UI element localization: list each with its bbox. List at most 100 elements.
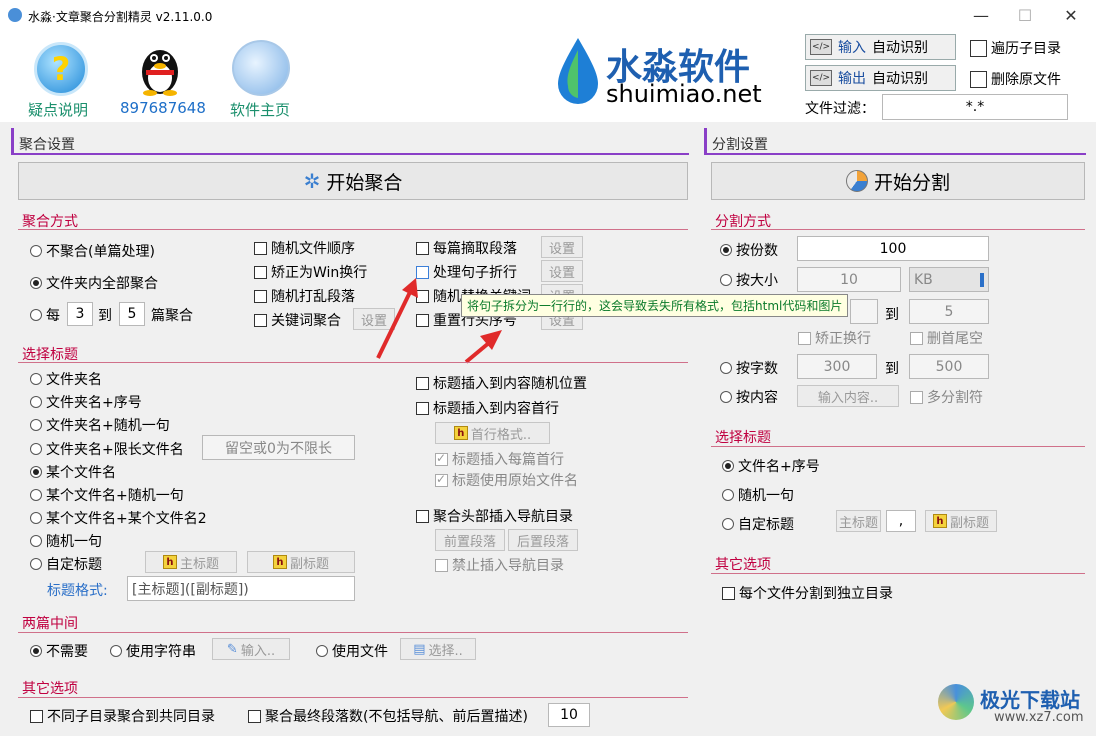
final-count-input[interactable]: 10 [548,703,590,727]
folder-merge-all-radio[interactable]: 文件夹内全部聚合 [30,273,158,293]
checkbox[interactable] [970,70,987,88]
homepage-link[interactable]: 软件主页 [230,99,290,120]
split-by-chars-radio[interactable]: 按字数 [720,358,778,378]
split-size-input[interactable]: 10 [797,267,901,292]
title-folder-limit-radio[interactable]: 文件夹名+限长文件名 [30,439,184,459]
delete-blank-checkbox[interactable]: 删首尾空 [910,328,983,348]
main-title-button[interactable]: h 主标题 [145,551,237,573]
radio[interactable] [30,245,42,257]
radio[interactable] [722,518,734,530]
checkbox[interactable] [248,709,261,723]
split-by-size-radio[interactable]: 按大小 [720,270,778,290]
use-original-name-checkbox[interactable]: 标题使用原始文件名 [435,470,578,490]
checkbox[interactable] [722,586,735,600]
checkbox[interactable] [254,313,267,327]
checkbox[interactable] [416,509,429,523]
radio[interactable] [722,460,734,472]
title-random-sentence-radio[interactable]: 随机一句 [30,531,102,551]
radio[interactable] [30,489,42,501]
title-folder-seq-radio[interactable]: 文件夹名+序号 [30,392,142,412]
size-unit-select[interactable]: KB [909,267,989,292]
maximize-button[interactable]: ☐ [1010,4,1040,28]
delete-source-checkbox[interactable]: 删除原文件 [970,69,1061,89]
radio[interactable] [30,466,42,478]
title-file-file2-radio[interactable]: 某个文件名+某个文件名2 [30,508,207,528]
correct-linebreak-checkbox[interactable]: 矫正换行 [798,328,871,348]
checkbox[interactable] [435,472,448,487]
nav-directory-checkbox[interactable]: 聚合头部插入导航目录 [416,506,573,526]
keyword-merge-checkbox[interactable]: 关键词聚合 [254,310,341,330]
para-from-input[interactable] [850,299,878,324]
merge-to-input[interactable]: 5 [119,302,145,326]
radio[interactable] [30,512,42,524]
multi-separator-checkbox[interactable]: 多分割符 [910,387,983,407]
radio[interactable] [110,645,122,657]
split-sub-title-button[interactable]: h 副标题 [925,510,997,532]
close-button[interactable]: ✕ [1056,4,1086,28]
checkbox[interactable] [30,709,43,723]
random-file-order-checkbox[interactable]: 随机文件顺序 [254,238,355,258]
extract-settings-button[interactable]: 设置 [541,236,583,258]
insert-first-checkbox[interactable]: 标题插入到内容首行 [416,398,559,418]
traverse-subdir-checkbox[interactable]: 遍历子目录 [970,38,1061,58]
radio[interactable] [30,419,42,431]
title-file-random-radio[interactable]: 某个文件名+随机一句 [30,485,184,505]
qq-penguin-icon[interactable] [138,40,182,96]
first-line-format-button[interactable]: h 首行格式.. [435,422,550,444]
checkbox[interactable] [254,289,267,303]
between-string-radio[interactable]: 使用字符串 [110,641,196,661]
radio[interactable] [30,309,42,321]
win-linebreak-checkbox[interactable]: 矫正为Win换行 [254,262,367,282]
merge-from-input[interactable]: 3 [67,302,93,326]
chars-from-input[interactable]: 300 [797,354,877,379]
para-to-input[interactable]: 5 [909,299,989,324]
each-file-own-dir-checkbox[interactable]: 每个文件分割到独立目录 [722,583,893,603]
start-merge-button[interactable]: ✲ 开始聚合 [18,162,688,200]
pre-paragraph-button[interactable]: 前置段落 [435,529,505,551]
checkbox[interactable] [435,451,448,466]
every-n-merge-radio[interactable]: 每 [30,305,60,325]
wrap-settings-button[interactable]: 设置 [541,260,583,282]
radio[interactable] [316,645,328,657]
split-by-content-radio[interactable]: 按内容 [720,387,778,407]
checkbox[interactable] [254,265,267,279]
help-icon[interactable]: ? [34,42,88,96]
input-auto-detect-button[interactable]: </> 输入 自动识别 [805,34,956,60]
title-folder-random-radio[interactable]: 文件夹名+随机一句 [30,415,170,435]
title-format-input[interactable]: [主标题]([副标题]) [127,576,355,601]
extract-paragraph-checkbox[interactable]: 每篇摘取段落 [416,238,517,258]
shuffle-paragraphs-checkbox[interactable]: 随机打乱段落 [254,286,355,306]
insert-random-checkbox[interactable]: 标题插入到内容随机位置 [416,373,587,393]
checkbox[interactable] [798,331,811,345]
split-title-random-radio[interactable]: 随机一句 [722,485,794,505]
chars-to-input[interactable]: 500 [909,354,989,379]
title-length-input[interactable]: 留空或0为不限长 [202,435,355,460]
title-folder-name-radio[interactable]: 文件夹名 [30,369,102,389]
checkbox[interactable] [910,331,923,345]
checkbox[interactable] [416,241,429,255]
start-split-button[interactable]: 开始分割 [711,162,1085,200]
final-paragraph-count-checkbox[interactable]: 聚合最终段落数(不包括导航、前后置描述) [248,706,528,726]
split-by-count-radio[interactable]: 按份数 [720,240,778,260]
between-choose-button[interactable]: ▤ 选择.. [400,638,476,660]
radio[interactable] [30,396,42,408]
radio[interactable] [720,244,732,256]
checkbox[interactable] [910,390,923,404]
file-filter-input[interactable]: *.* [882,94,1068,120]
radio[interactable] [30,558,42,570]
title-separator-input[interactable]: , [886,510,916,532]
split-title-filename-seq-radio[interactable]: 文件名+序号 [722,456,820,476]
checkbox[interactable] [435,558,448,572]
radio[interactable] [30,373,42,385]
title-some-file-radio[interactable]: 某个文件名 [30,462,116,482]
post-paragraph-button[interactable]: 后置段落 [508,529,578,551]
no-nav-checkbox[interactable]: 禁止插入导航目录 [435,555,564,575]
between-input-button[interactable]: ✎ 输入.. [212,638,290,660]
minimize-button[interactable]: — [966,4,996,28]
radio[interactable] [722,489,734,501]
checkbox[interactable] [416,376,429,390]
no-merge-radio[interactable]: 不聚合(单篇处理) [30,241,155,261]
radio[interactable] [720,362,732,374]
radio[interactable] [30,535,42,547]
split-main-title-button[interactable]: 主标题 [836,510,881,532]
